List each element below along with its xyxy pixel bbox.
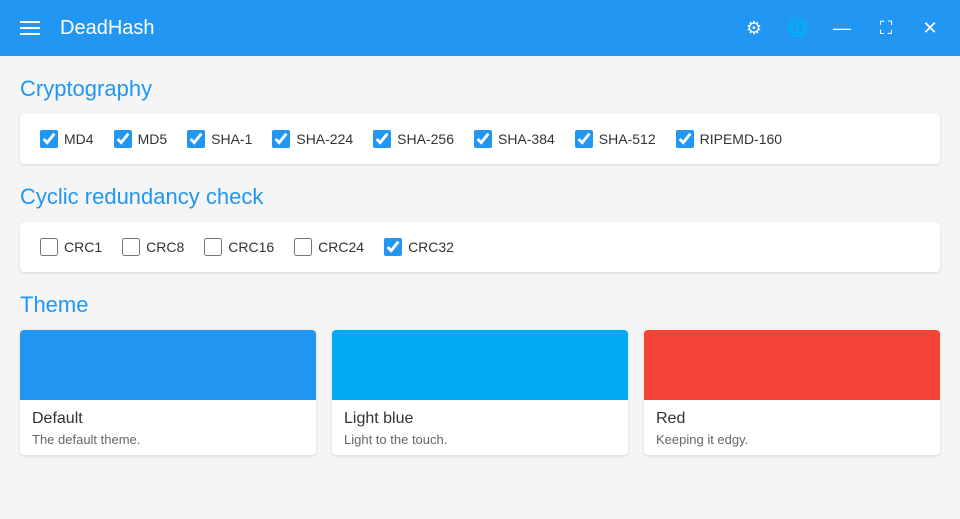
checkbox-sha384-label: SHA-384 [498,131,555,147]
theme-red-preview [644,330,940,400]
checkbox-sha256[interactable]: SHA-256 [373,130,454,148]
checkbox-sha512-input[interactable] [575,130,593,148]
checkbox-sha224-label: SHA-224 [296,131,353,147]
theme-default[interactable]: Default The default theme. [20,330,316,455]
checkbox-md5[interactable]: MD5 [114,130,168,148]
checkbox-sha1[interactable]: SHA-1 [187,130,252,148]
settings-button[interactable]: ⚙ [736,10,772,46]
close-icon: ✕ [922,18,937,39]
language-icon: 🌐 [787,18,809,39]
checkbox-crc24[interactable]: CRC24 [294,238,364,256]
settings-icon: ⚙ [746,18,762,39]
close-button[interactable]: ✕ [912,10,948,46]
theme-cards: Default The default theme. Light blue Li… [20,330,940,455]
cryptography-checkbox-row: MD4 MD5 SHA-1 SHA-224 SHA-256 SHA-384 [40,130,920,148]
titlebar-left: DeadHash [12,10,155,46]
checkbox-sha384-input[interactable] [474,130,492,148]
crc-checkbox-row: CRC1 CRC8 CRC16 CRC24 CRC32 [40,238,920,256]
checkbox-crc16[interactable]: CRC16 [204,238,274,256]
checkbox-sha1-input[interactable] [187,130,205,148]
checkbox-md4[interactable]: MD4 [40,130,94,148]
cryptography-section-title: Cryptography [20,76,940,102]
checkbox-sha224[interactable]: SHA-224 [272,130,353,148]
checkbox-sha224-input[interactable] [272,130,290,148]
theme-default-desc: The default theme. [32,432,304,447]
minimize-icon: — [833,18,851,39]
checkbox-sha384[interactable]: SHA-384 [474,130,555,148]
app-title: DeadHash [60,17,155,40]
checkbox-crc8-label: CRC8 [146,239,184,255]
checkbox-sha256-label: SHA-256 [397,131,454,147]
checkbox-crc8-input[interactable] [122,238,140,256]
checkbox-crc24-label: CRC24 [318,239,364,255]
checkbox-ripemd160-input[interactable] [676,130,694,148]
theme-red[interactable]: Red Keeping it edgy. [644,330,940,455]
checkbox-crc16-label: CRC16 [228,239,274,255]
checkbox-crc32-label: CRC32 [408,239,454,255]
crc-section-title: Cyclic redundancy check [20,184,940,210]
maximize-button[interactable]: ⛶ [868,10,904,46]
theme-light-blue-name: Light blue [344,410,616,428]
checkbox-crc1-input[interactable] [40,238,58,256]
checkbox-md5-label: MD5 [138,131,168,147]
titlebar: DeadHash ⚙ 🌐 — ⛶ ✕ [0,0,960,56]
theme-default-name: Default [32,410,304,428]
checkbox-ripemd160[interactable]: RIPEMD-160 [676,130,782,148]
checkbox-crc8[interactable]: CRC8 [122,238,184,256]
crc-card: CRC1 CRC8 CRC16 CRC24 CRC32 [20,222,940,272]
maximize-icon: ⛶ [880,18,893,39]
checkbox-md4-input[interactable] [40,130,58,148]
checkbox-sha1-label: SHA-1 [211,131,252,147]
checkbox-md4-label: MD4 [64,131,94,147]
language-button[interactable]: 🌐 [780,10,816,46]
checkbox-crc1[interactable]: CRC1 [40,238,102,256]
theme-default-info: Default The default theme. [20,400,316,455]
main-content: Cryptography MD4 MD5 SHA-1 SHA-224 SHA-2… [0,56,960,519]
checkbox-md5-input[interactable] [114,130,132,148]
hamburger-icon [20,21,40,35]
theme-default-preview [20,330,316,400]
checkbox-crc1-label: CRC1 [64,239,102,255]
checkbox-crc24-input[interactable] [294,238,312,256]
theme-section-title: Theme [20,292,940,318]
theme-red-desc: Keeping it edgy. [656,432,928,447]
checkbox-sha256-input[interactable] [373,130,391,148]
checkbox-crc32-input[interactable] [384,238,402,256]
checkbox-crc16-input[interactable] [204,238,222,256]
theme-light-blue[interactable]: Light blue Light to the touch. [332,330,628,455]
cryptography-card: MD4 MD5 SHA-1 SHA-224 SHA-256 SHA-384 [20,114,940,164]
titlebar-right: ⚙ 🌐 — ⛶ ✕ [736,10,948,46]
theme-red-info: Red Keeping it edgy. [644,400,940,455]
menu-button[interactable] [12,10,48,46]
checkbox-ripemd160-label: RIPEMD-160 [700,131,782,147]
theme-light-blue-desc: Light to the touch. [344,432,616,447]
minimize-button[interactable]: — [824,10,860,46]
checkbox-crc32[interactable]: CRC32 [384,238,454,256]
checkbox-sha512-label: SHA-512 [599,131,656,147]
theme-light-blue-info: Light blue Light to the touch. [332,400,628,455]
checkbox-sha512[interactable]: SHA-512 [575,130,656,148]
theme-light-blue-preview [332,330,628,400]
theme-red-name: Red [656,410,928,428]
